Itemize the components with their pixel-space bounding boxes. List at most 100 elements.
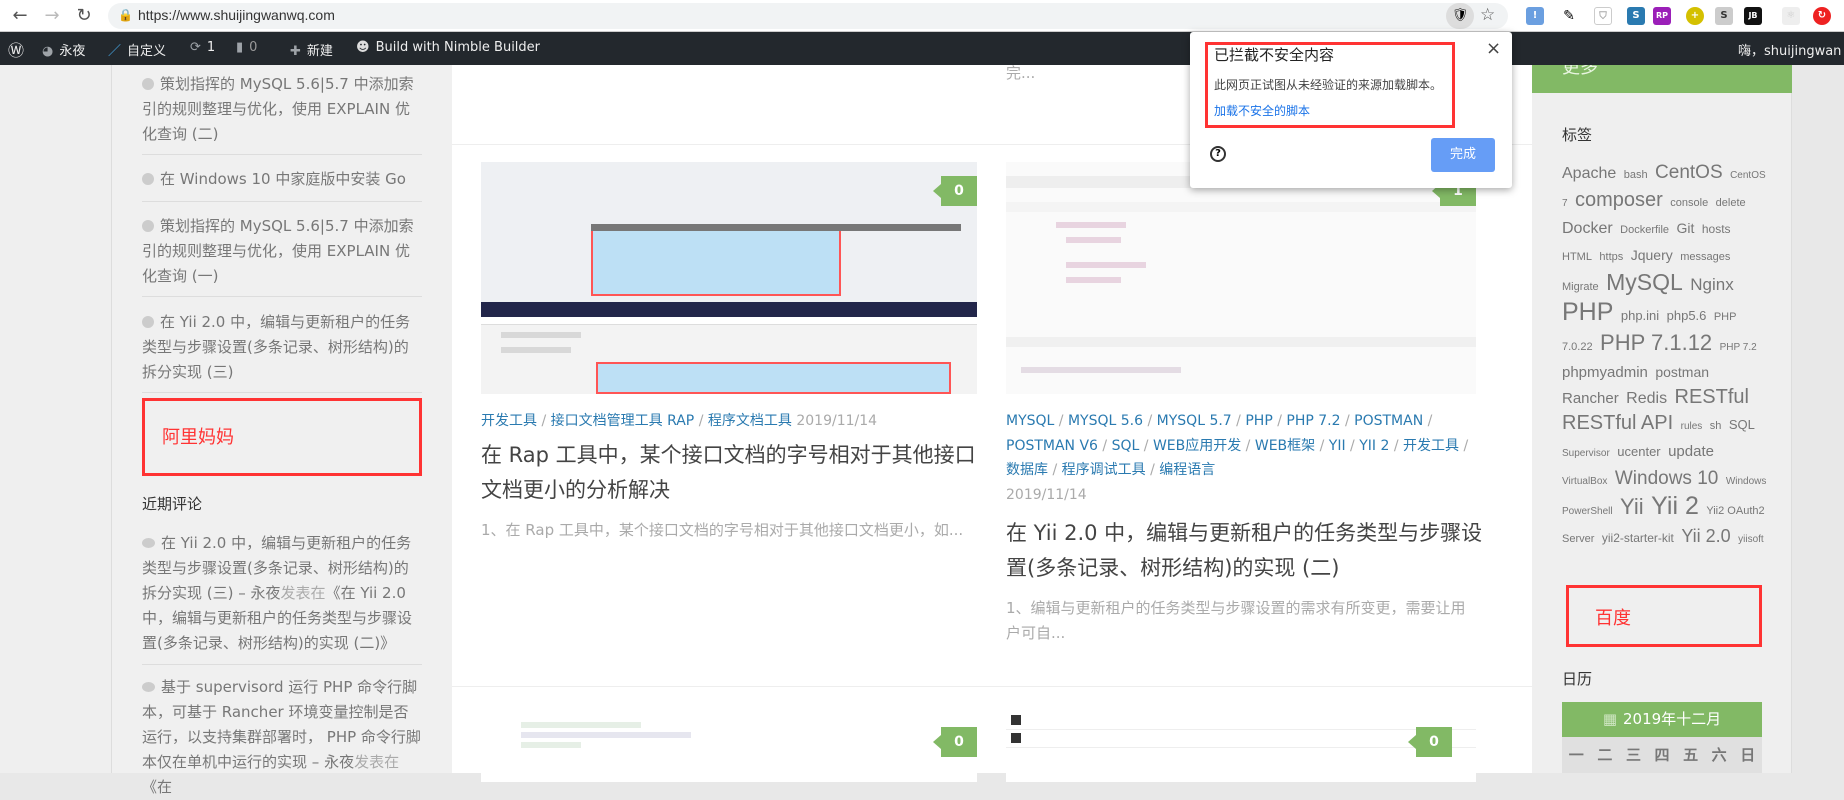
tag-link[interactable]: ucenter — [1617, 444, 1660, 459]
tag-link[interactable]: Supervisor — [1562, 448, 1610, 459]
wordpress-logo-icon[interactable]: Ⓦ — [8, 37, 24, 61]
tag-link[interactable]: Apache — [1562, 165, 1616, 182]
comment-count-badge[interactable]: 0 — [933, 727, 977, 757]
recent-post-link[interactable]: 策划指挥的 MySQL 5.6|5.7 中添加索引的规则整理与优化，使用 EXP… — [142, 72, 422, 147]
tag-link[interactable]: PHP 7.2 — [1720, 342, 1757, 353]
help-icon[interactable]: ? — [1210, 146, 1226, 162]
tag-link[interactable]: delete — [1716, 197, 1746, 209]
category-link[interactable]: WEB框架 — [1255, 438, 1315, 454]
tag-link[interactable]: phpmyadmin — [1562, 364, 1648, 381]
comment-author[interactable]: 永夜 — [324, 753, 354, 771]
category-link[interactable]: MYSQL — [1006, 413, 1054, 429]
tag-link[interactable]: Redis — [1626, 390, 1667, 407]
ad-box-baidu[interactable]: 百度 — [1566, 585, 1762, 647]
s-gray-icon[interactable]: S — [1715, 7, 1733, 25]
url-text[interactable]: https://www.shuijingwanwq.com — [138, 7, 335, 23]
category-link[interactable]: WEB应用开发 — [1153, 438, 1241, 454]
feedback-icon[interactable]: ! — [1526, 7, 1544, 25]
tag-link[interactable]: PHP — [1562, 298, 1613, 326]
load-unsafe-scripts-link[interactable]: 加载不安全的脚本 — [1214, 102, 1310, 119]
tag-link[interactable]: Migrate — [1562, 281, 1599, 293]
customize-link[interactable]: ／ 自定义 — [108, 40, 166, 59]
tag-link[interactable]: Yii — [1620, 494, 1644, 519]
close-icon[interactable]: × — [1486, 38, 1501, 59]
category-link[interactable]: YII — [1329, 438, 1346, 454]
comment-target-link[interactable]: 《在 — [142, 778, 172, 796]
category-link[interactable]: 数据库 — [1006, 462, 1048, 478]
category-link[interactable]: POSTMAN — [1354, 413, 1423, 429]
category-link[interactable]: 接口文档管理工具 RAP — [551, 413, 695, 429]
plus-green-icon[interactable]: + — [1686, 7, 1704, 25]
tag-link[interactable]: postman — [1655, 364, 1709, 380]
tag-link[interactable]: PHP 7.1.12 — [1600, 330, 1712, 355]
tag-link[interactable]: CentOS — [1655, 162, 1723, 183]
tag-link[interactable]: console — [1670, 197, 1708, 209]
comment-count-badge[interactable]: 0 — [933, 176, 977, 206]
more-button[interactable]: 更多 — [1532, 65, 1792, 93]
post-thumbnail[interactable] — [1006, 712, 1476, 782]
recent-post-link[interactable]: 在 Windows 10 中家庭版中安装 Go — [142, 167, 422, 192]
category-link[interactable]: POSTMAN V6 — [1006, 438, 1098, 454]
tag-link[interactable]: Yii 2.0 — [1681, 526, 1730, 546]
account-greeting[interactable]: 嗨，shuijingwan — [1738, 40, 1841, 59]
reload-button[interactable]: ↻ — [72, 4, 96, 28]
tag-link[interactable]: php5.6 — [1667, 308, 1707, 323]
comment-author[interactable]: 永夜 — [251, 584, 281, 602]
post-title-link[interactable]: 在 Rap 工具中，某个接口文档的字号相对于其他接口文档更小的分析解决 — [481, 438, 981, 508]
ad-box-alimama[interactable]: 阿里妈妈 — [142, 398, 422, 476]
address-bar[interactable]: 🔒 https://www.shuijingwanwq.com — [108, 3, 1508, 29]
tag-link[interactable]: update — [1668, 443, 1714, 460]
tag-link[interactable]: VirtualBox — [1562, 476, 1607, 487]
category-link[interactable]: 编程语言 — [1159, 462, 1215, 478]
tag-link[interactable]: RESTful — [1675, 386, 1749, 408]
category-link[interactable]: PHP — [1245, 413, 1272, 429]
tag-link[interactable]: php.ini — [1621, 308, 1659, 323]
category-link[interactable]: PHP 7.2 — [1286, 413, 1340, 429]
react-devtools-icon[interactable]: ⚛ — [1782, 7, 1800, 25]
tag-link[interactable]: Rancher — [1562, 390, 1619, 407]
tag-link[interactable]: Yii 2 — [1651, 492, 1699, 520]
tag-link[interactable]: rules — [1681, 421, 1703, 432]
back-button[interactable]: ← — [8, 4, 32, 28]
comments-link[interactable]: ▮ 0 — [236, 40, 257, 55]
comment-count-badge[interactable]: 0 — [1408, 727, 1452, 757]
tag-link[interactable]: composer — [1575, 189, 1663, 211]
tag-link[interactable]: Git — [1677, 220, 1695, 236]
bookmark-star-icon[interactable]: ☆ — [1480, 5, 1495, 25]
refresh-red-icon[interactable]: ↻ — [1813, 7, 1831, 25]
tag-link[interactable]: Docker — [1562, 220, 1613, 237]
tag-link[interactable]: MySQL — [1606, 269, 1683, 295]
category-link[interactable]: 开发工具 — [1403, 438, 1459, 454]
calligraphy-icon[interactable]: ✎ — [1560, 7, 1578, 25]
tag-link[interactable]: bash — [1624, 169, 1648, 181]
new-content-link[interactable]: ✚ 新建 — [290, 40, 333, 59]
forward-button[interactable]: → — [40, 4, 64, 28]
tag-link[interactable]: yiisoft — [1738, 534, 1764, 545]
post-thumbnail[interactable] — [1006, 162, 1476, 394]
category-link[interactable]: MYSQL 5.6 — [1068, 413, 1143, 429]
post-thumbnail[interactable] — [481, 712, 977, 782]
tag-link[interactable]: RESTful API — [1562, 412, 1673, 434]
category-link[interactable]: 开发工具 — [481, 413, 537, 429]
category-link[interactable]: SQL — [1112, 438, 1140, 454]
tag-link[interactable]: Nginx — [1690, 275, 1733, 294]
recent-post-link[interactable]: 在 Yii 2.0 中，编辑与更新租户的任务类型与步骤设置(多条记录、树形结构)… — [142, 310, 422, 385]
tag-link[interactable]: messages — [1680, 251, 1730, 263]
category-link[interactable]: MYSQL 5.7 — [1157, 413, 1232, 429]
shield-extension-icon[interactable]: ⛉ — [1594, 7, 1612, 25]
nimble-builder-link[interactable]: ☻ Build with Nimble Builder — [356, 40, 540, 55]
tag-link[interactable]: hosts — [1702, 222, 1731, 236]
done-button[interactable]: 完成 — [1431, 138, 1495, 172]
tag-link[interactable]: Windows 10 — [1615, 468, 1719, 489]
tag-link[interactable]: Dockerfile — [1620, 224, 1669, 236]
axure-rp-icon[interactable]: RP — [1653, 7, 1671, 25]
tag-link[interactable]: sh — [1710, 420, 1722, 432]
tag-link[interactable]: Jquery — [1631, 247, 1673, 263]
blocked-content-shield-icon[interactable]: 🛡 — [1446, 3, 1474, 29]
category-link[interactable]: YII 2 — [1359, 438, 1389, 454]
post-thumbnail[interactable] — [481, 162, 977, 394]
site-name-link[interactable]: ◕ 永夜 — [42, 40, 85, 59]
post-title-link[interactable]: 在 Yii 2.0 中，编辑与更新租户的任务类型与步骤设置(多条记录、树形结构)… — [1006, 516, 1486, 586]
tag-link[interactable]: https — [1599, 251, 1623, 263]
updates-link[interactable]: ⟳ 1 — [190, 40, 215, 55]
